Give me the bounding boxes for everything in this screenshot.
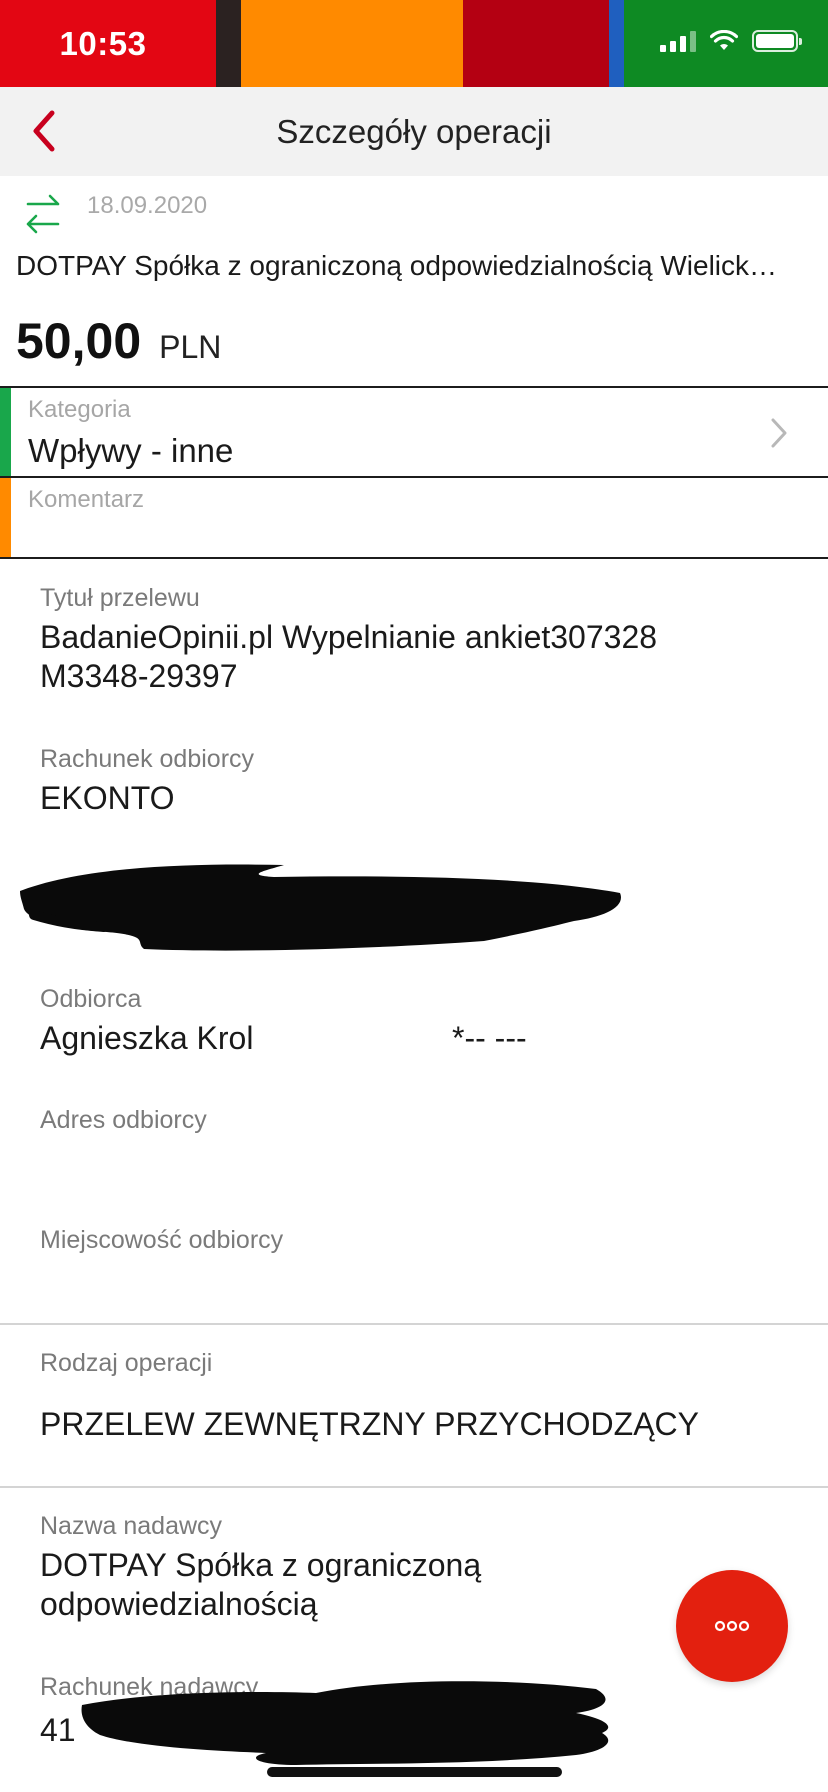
category-row[interactable]: Kategoria Wpływy - inne — [0, 386, 828, 476]
home-indicator[interactable] — [267, 1767, 562, 1777]
comment-row[interactable]: Komentarz — [0, 476, 828, 559]
category-label: Kategoria — [28, 396, 131, 423]
transaction-details-screen: 10:53 Szczegóły operacji 18.09.2020 DOTP… — [0, 0, 828, 1792]
comment-accent-bar — [0, 478, 11, 557]
status-segment-dark — [216, 0, 241, 87]
sender-name-line2: odpowiedzialnością — [40, 1586, 318, 1622]
sender-name-label: Nazwa nadawcy — [40, 1512, 223, 1540]
transfer-title-label: Tytuł przelewu — [40, 584, 200, 612]
sender-name-line1: DOTPAY Spółka z ograniczoną — [40, 1547, 482, 1583]
page-title: Szczegóły operacji — [276, 112, 552, 150]
status-bar: 10:53 — [0, 0, 828, 87]
recipient-extra: *-- --- — [452, 1020, 527, 1056]
transaction-amount: 50,00 PLN — [16, 312, 221, 370]
amount-currency: PLN — [159, 329, 222, 365]
operation-type-value: PRZELEW ZEWNĘTRZNY PRZYCHODZĄCY — [40, 1406, 699, 1442]
transfer-title-line2: M3348-29397 — [40, 658, 238, 694]
navigation-bar: Szczegóły operacji — [0, 87, 828, 176]
status-segment-darkred — [463, 0, 609, 87]
recipient-label: Odbiorca — [40, 985, 142, 1013]
section-divider — [0, 1486, 828, 1488]
transfer-title-line1: BadanieOpinii.pl Wypelnianie ankiet30732… — [40, 619, 658, 655]
chevron-right-icon — [771, 418, 787, 448]
recipient-city-label: Miejscowość odbiorcy — [40, 1226, 284, 1254]
cellular-signal-icon — [660, 30, 696, 52]
status-time: 10:53 — [59, 24, 147, 62]
recipient-account-label: Rachunek odbiorcy — [40, 745, 255, 773]
comment-label: Komentarz — [28, 486, 145, 513]
recipient-address-label: Adres odbiorcy — [40, 1106, 207, 1134]
amount-value: 50,00 — [16, 313, 142, 369]
sender-account-prefix: 41 — [40, 1712, 76, 1748]
category-value: Wpływy - inne — [28, 432, 234, 469]
transfer-arrows-icon — [26, 194, 60, 234]
battery-icon — [752, 30, 802, 52]
category-accent-bar — [0, 388, 11, 476]
redaction-scribble — [81, 1681, 609, 1765]
wifi-icon — [710, 30, 738, 50]
status-icons — [660, 30, 802, 52]
status-segment-blue — [609, 0, 624, 87]
recipient-name: Agnieszka Krol — [40, 1020, 254, 1056]
status-segment-orange — [241, 0, 463, 87]
transaction-counterparty: DOTPAY Spółka z ograniczoną odpowiedzial… — [16, 250, 778, 281]
section-divider — [0, 1323, 828, 1325]
transaction-date: 18.09.2020 — [87, 192, 208, 219]
operation-type-label: Rodzaj operacji — [40, 1349, 213, 1377]
redaction-scribble — [20, 864, 621, 951]
more-dots-icon — [714, 1620, 750, 1632]
more-actions-button[interactable] — [676, 1570, 788, 1682]
chevron-left-icon — [33, 110, 55, 152]
recipient-account-value: EKONTO — [40, 780, 175, 816]
back-button[interactable] — [18, 105, 70, 157]
